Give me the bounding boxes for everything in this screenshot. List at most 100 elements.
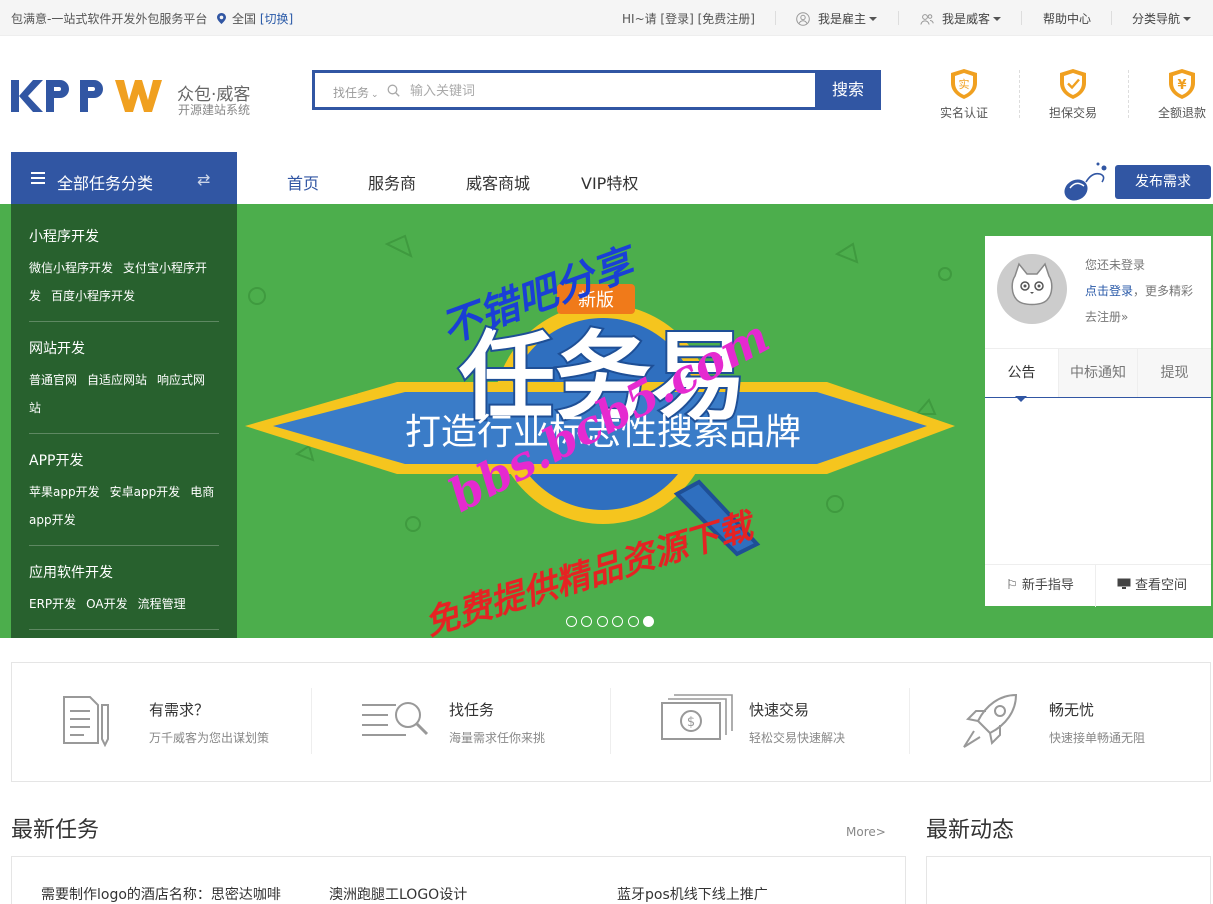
worker-label: 我是威客 xyxy=(942,12,991,26)
category-link[interactable]: 微信小程序开发 xyxy=(29,261,113,275)
news-list xyxy=(926,856,1211,904)
feature-title: 畅无忧 xyxy=(1049,701,1095,719)
register-link[interactable]: 去注册» xyxy=(1085,310,1128,324)
category-group: 应用软件开发 ERP开发 OA开发 流程管理 xyxy=(29,562,219,618)
carousel-dot[interactable] xyxy=(612,616,623,627)
search-category-label: 找任务 xyxy=(333,86,370,100)
category-link[interactable]: 流程管理 xyxy=(138,597,186,611)
feature-desc: 轻松交易快速解决 xyxy=(749,731,846,745)
feature-desc: 海量需求任你来挑 xyxy=(449,731,546,745)
badge-glyph: 实 xyxy=(959,77,970,91)
document-icon xyxy=(63,696,109,747)
category-nav-menu[interactable]: 分类导航 xyxy=(1132,10,1192,27)
divider xyxy=(909,688,910,754)
task-item[interactable]: 蓝牙pos机线下线上推广 xyxy=(617,884,768,904)
carousel-dot[interactable] xyxy=(628,616,639,627)
category-link[interactable]: OA开发 xyxy=(86,597,127,611)
category-link[interactable]: 自适应网站 xyxy=(87,373,147,387)
divider xyxy=(29,545,219,546)
refund-badge[interactable]: ¥ 全额退款 xyxy=(1137,68,1213,121)
banner-tag: 新版 xyxy=(578,290,614,311)
divider xyxy=(1021,11,1022,25)
region-switch-link[interactable]: [切换] xyxy=(260,12,293,26)
category-link[interactable]: 普通官网 xyxy=(29,373,77,387)
divider xyxy=(1019,70,1020,118)
all-categories-label: 全部任务分类 xyxy=(57,174,154,193)
nav-item-vip[interactable]: VIP特权 xyxy=(581,170,638,194)
tab-winning-notice[interactable]: 中标通知 xyxy=(1058,349,1137,397)
top-bar-left: 包满意-一站式软件开发外包服务平台 全国 [切换] xyxy=(11,10,293,27)
badge-label: 实名认证 xyxy=(939,106,988,120)
view-space-link[interactable]: 查看空间 xyxy=(1097,565,1207,607)
avatar[interactable] xyxy=(997,254,1067,324)
top-bar: 包满意-一站式软件开发外包服务平台 全国 [切换] HI~请 [登录] [免费注… xyxy=(0,0,1213,36)
category-group: 小程序开发 微信小程序开发 支付宝小程序开发 百度小程序开发 xyxy=(29,226,219,310)
real-name-badge[interactable]: 实 实名认证 xyxy=(919,68,1009,121)
divider xyxy=(1111,11,1112,25)
tab-withdraw[interactable]: 提现 xyxy=(1137,349,1211,397)
divider xyxy=(898,11,899,25)
employer-label: 我是雇主 xyxy=(818,12,867,26)
divider xyxy=(775,11,776,25)
guarantee-badge[interactable]: 担保交易 xyxy=(1028,68,1118,121)
swap-arrows-icon: ⇄ xyxy=(197,170,211,189)
carousel-dot[interactable] xyxy=(597,616,608,627)
banner-slogan: 打造行业标志性搜索品牌 xyxy=(405,412,801,453)
refund-shield-icon: ¥ xyxy=(1169,69,1195,99)
tab-notice[interactable]: 公告 xyxy=(985,349,1058,397)
category-nav-label: 分类导航 xyxy=(1132,12,1181,26)
login-prompt: 您还未登录 点击登录，更多精彩 去注册» xyxy=(1085,252,1205,330)
category-link[interactable]: 苹果app开发 xyxy=(29,485,100,499)
category-title[interactable]: APP开发 xyxy=(29,450,219,470)
chevron-down-icon xyxy=(869,17,878,21)
login-link[interactable]: 点击登录 xyxy=(1085,284,1133,298)
all-categories-toggle[interactable]: 全部任务分类 ⇄ xyxy=(11,152,237,204)
mouse-decoration-icon xyxy=(1064,162,1107,201)
help-center-link[interactable]: 帮助中心 xyxy=(1043,10,1091,27)
feature-title: 找任务 xyxy=(449,701,495,719)
carousel-dot[interactable] xyxy=(581,616,592,627)
latest-tasks-title: 最新任务 xyxy=(11,818,100,843)
category-link[interactable]: 百度小程序开发 xyxy=(51,289,135,303)
guide-link[interactable]: ⚐ 新手指导 xyxy=(985,565,1095,607)
category-title[interactable]: 应用软件开发 xyxy=(29,562,219,582)
feature-item[interactable]: 畅无忧 快速接单畅通无阻 xyxy=(912,663,1212,781)
search-category-dropdown[interactable]: 找任务 ⌄ xyxy=(333,84,379,101)
nav-item-mall[interactable]: 威客商城 xyxy=(466,170,530,194)
not-logged-in-text: 您还未登录 xyxy=(1085,258,1146,272)
search-input[interactable] xyxy=(410,79,810,103)
divider xyxy=(1128,70,1129,118)
verified-shield-icon: 实 xyxy=(951,69,977,99)
banner-illustration: 新版 任务易 打造行业标志性搜索品牌 xyxy=(245,234,955,557)
employer-menu[interactable]: 我是雇主 xyxy=(796,10,878,27)
category-link[interactable]: 安卓app开发 xyxy=(110,485,181,499)
badge-label: 担保交易 xyxy=(1048,106,1097,120)
more-link[interactable]: More> xyxy=(846,825,886,839)
nav-item-home[interactable]: 首页 xyxy=(287,170,319,194)
category-link[interactable]: ERP开发 xyxy=(29,597,76,611)
tab-indicator xyxy=(1015,396,1027,402)
category-title[interactable]: 小程序开发 xyxy=(29,226,219,246)
carousel-dot-active[interactable] xyxy=(643,616,654,627)
feature-strip: 有需求？ 万千威客为您出谋划策 找任务 海量需求任你来挑 $ 快速交易 轻松交易… xyxy=(11,662,1211,782)
feature-item[interactable]: 有需求？ 万千威客为您出谋划策 xyxy=(12,663,312,781)
search-icon xyxy=(387,84,400,97)
flag-icon: ⚐ xyxy=(1006,578,1022,593)
kppw-logo-icon xyxy=(11,80,162,112)
users-icon xyxy=(920,14,934,25)
category-title[interactable]: 网站开发 xyxy=(29,338,219,358)
site-logo[interactable] xyxy=(11,72,171,117)
category-group: APP开发 苹果app开发 安卓app开发 电商app开发 xyxy=(29,450,219,534)
feature-item[interactable]: $ 快速交易 轻松交易快速解决 xyxy=(612,663,912,781)
login-register-link[interactable]: HI~请 [登录] [免费注册] xyxy=(622,10,755,27)
search-button[interactable]: 搜索 xyxy=(815,70,881,110)
worker-menu[interactable]: 我是威客 xyxy=(920,10,1002,27)
publish-demand-button[interactable]: 发布需求 xyxy=(1115,165,1211,199)
chevron-down-icon xyxy=(1183,17,1192,21)
carousel-dot[interactable] xyxy=(566,616,577,627)
region-label: 全国 xyxy=(232,12,257,26)
feature-item[interactable]: 找任务 海量需求任你来挑 xyxy=(312,663,612,781)
task-item[interactable]: 澳洲跑腿工LOGO设计 xyxy=(329,884,467,904)
task-item[interactable]: 需要制作logo的酒店名称：思密达咖啡 xyxy=(41,884,281,904)
nav-item-providers[interactable]: 服务商 xyxy=(368,170,416,194)
